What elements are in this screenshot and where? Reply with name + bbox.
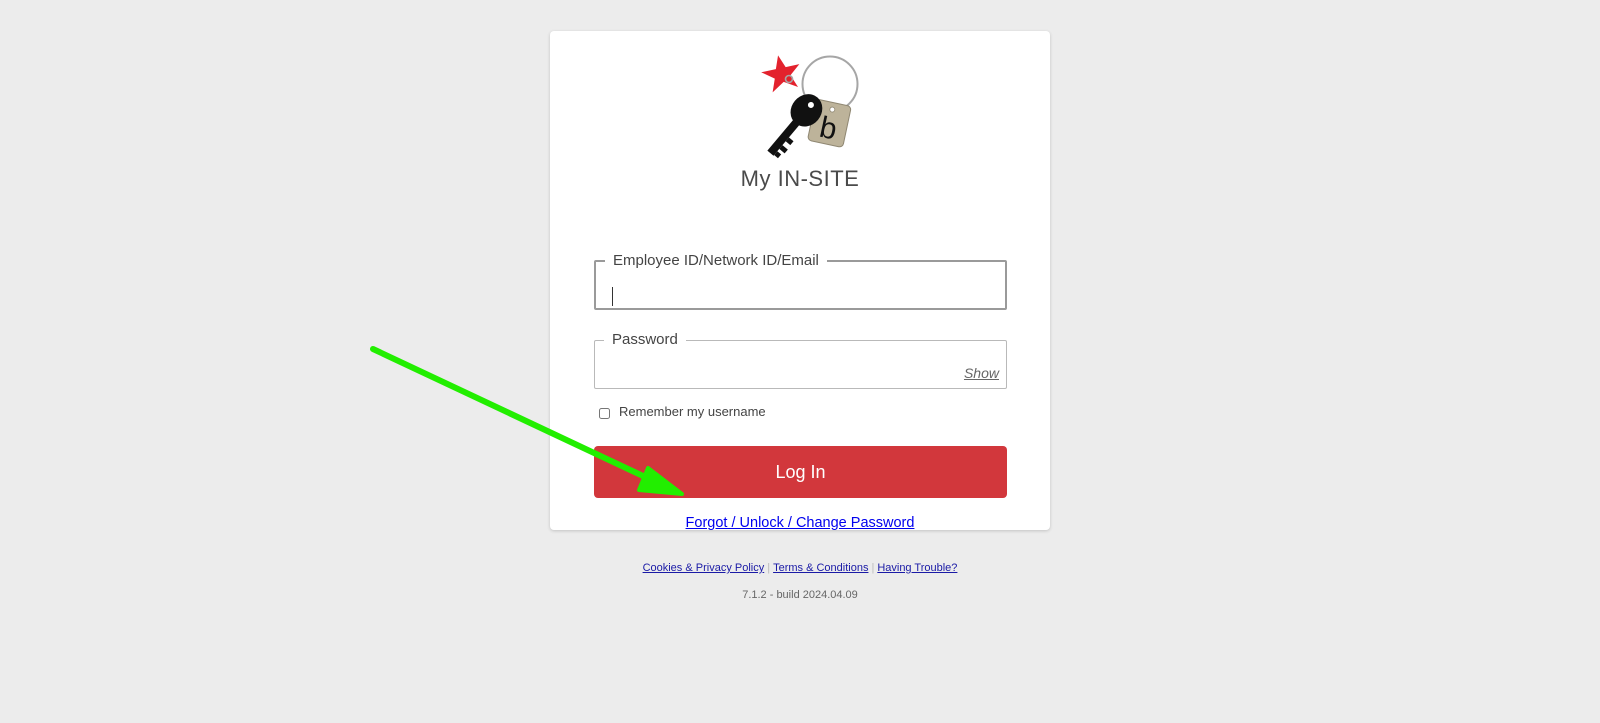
footer-separator: | — [871, 562, 875, 574]
version-text: 7.1.2 - build 2024.04.09 — [742, 589, 858, 601]
remember-username-checkbox[interactable] — [599, 407, 610, 419]
privacy-policy-link[interactable]: Cookies & Privacy Policy — [643, 562, 765, 574]
show-password-toggle[interactable]: Show — [964, 365, 999, 381]
having-trouble-link[interactable]: Having Trouble? — [877, 562, 957, 574]
remember-username-label[interactable]: Remember my username — [619, 404, 766, 419]
login-page: b My IN-SITE Employee ID/Network ID/Emai… — [0, 0, 1600, 723]
keychain-logo-icon: b — [761, 55, 859, 159]
remember-username-row: Remember my username — [599, 404, 766, 419]
app-title: My IN-SITE — [740, 166, 860, 191]
password-input[interactable] — [611, 364, 941, 388]
username-fieldset: Employee ID/Network ID/Email — [594, 253, 1007, 310]
username-input[interactable] — [612, 285, 942, 309]
username-label: Employee ID/Network ID/Email — [613, 252, 819, 269]
login-button[interactable]: Log In — [594, 446, 1007, 498]
forgot-password-link[interactable]: Forgot / Unlock / Change Password — [550, 515, 1050, 531]
footer-links: Cookies & Privacy Policy | Terms & Conditi… — [0, 562, 1600, 574]
password-label: Password — [612, 331, 678, 348]
login-card: b My IN-SITE Employee ID/Network ID/Emai… — [550, 31, 1050, 531]
text-caret — [612, 287, 613, 306]
footer-separator: | — [767, 562, 771, 574]
terms-link[interactable]: Terms & Conditions — [773, 562, 868, 574]
password-fieldset: Password Show — [594, 332, 1007, 389]
